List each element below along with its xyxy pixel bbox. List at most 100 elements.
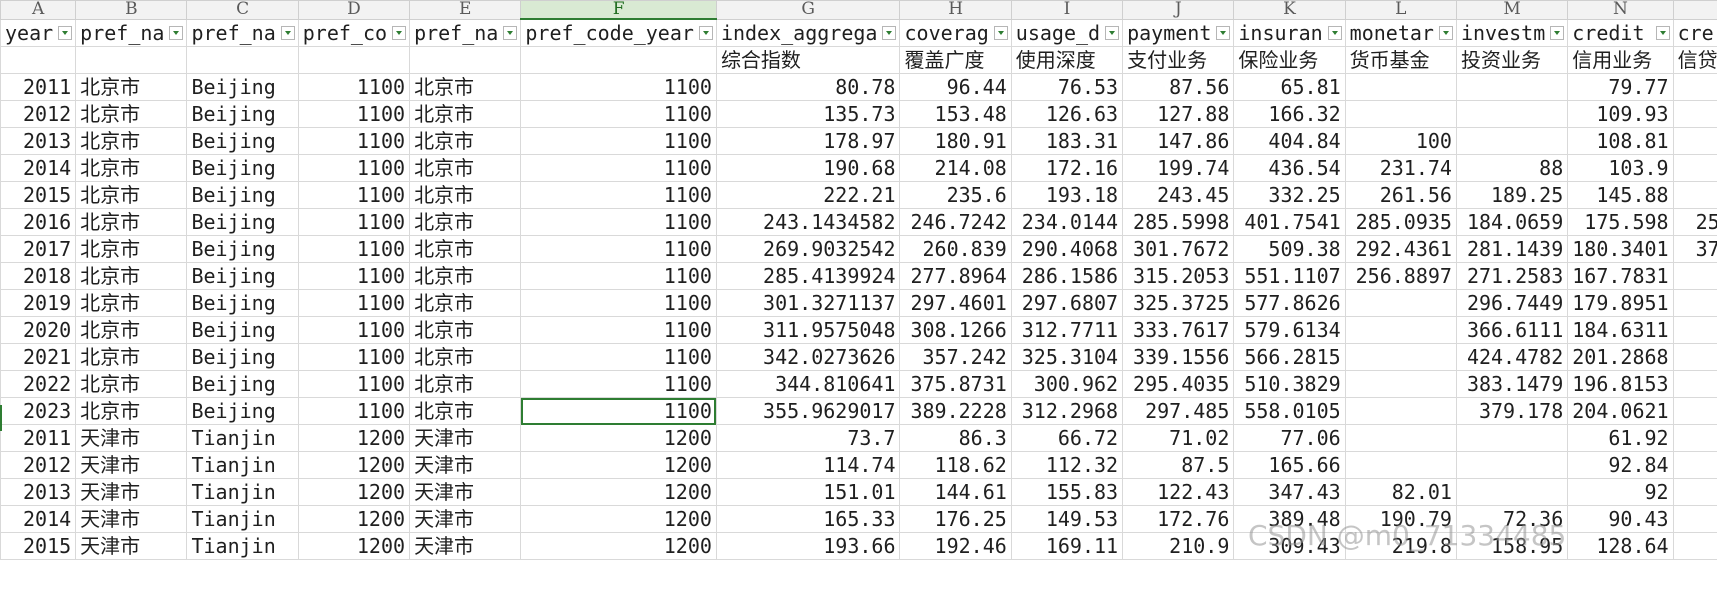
table-cell[interactable]: 100 — [1344, 127, 1457, 155]
table-cell[interactable]: 1100 — [297, 397, 411, 425]
table-cell[interactable]: 347.43 — [1233, 478, 1346, 506]
table-cell[interactable]: 北京市 — [75, 100, 188, 128]
filter-dropdown-icon[interactable] — [882, 25, 897, 40]
table-cell[interactable]: 天津市 — [75, 424, 188, 452]
table-cell[interactable] — [1344, 397, 1457, 425]
table-cell[interactable]: 308.1266 — [899, 316, 1012, 344]
table-cell[interactable]: Beijing — [186, 262, 299, 290]
table-cell[interactable]: 2017 — [0, 235, 77, 263]
table-cell[interactable]: 1200 — [297, 424, 411, 452]
table-cell[interactable]: 192.46 — [899, 532, 1012, 560]
column-header-extra[interactable] — [1672, 0, 1717, 20]
table-cell[interactable]: 128.64 — [1567, 532, 1674, 560]
table-cell[interactable]: 178.97 — [715, 127, 901, 155]
table-cell[interactable] — [1344, 370, 1457, 398]
table-cell[interactable] — [1672, 505, 1717, 533]
table-cell[interactable]: 176.25 — [899, 505, 1012, 533]
column-header-N[interactable]: N — [1567, 0, 1674, 20]
table-cell[interactable]: 1100 — [297, 208, 411, 236]
subheader-cell[interactable]: 货币基金 — [1344, 46, 1457, 74]
table-cell[interactable]: 北京市 — [75, 181, 188, 209]
table-cell[interactable]: 北京市 — [75, 73, 188, 101]
table-cell[interactable]: 201.2868 — [1567, 343, 1674, 371]
table-cell[interactable] — [1455, 127, 1569, 155]
table-cell[interactable] — [1344, 316, 1457, 344]
table-cell[interactable]: 北京市 — [409, 154, 522, 182]
table-cell[interactable]: 1100 — [520, 316, 717, 344]
table-cell[interactable] — [1344, 73, 1457, 101]
table-cell[interactable]: 1100 — [297, 316, 411, 344]
subheader-cell[interactable]: 信用业务 — [1567, 46, 1674, 74]
column-header-K[interactable]: K — [1233, 0, 1346, 20]
table-cell[interactable]: 71.02 — [1122, 424, 1235, 452]
table-cell[interactable]: 179.8951 — [1567, 289, 1674, 317]
table-cell[interactable]: 2011 — [0, 73, 77, 101]
field-header-cell[interactable]: index_aggrega — [715, 18, 901, 47]
table-cell[interactable]: 167.7831 — [1567, 262, 1674, 290]
table-cell[interactable] — [1344, 343, 1457, 371]
table-cell[interactable]: 73.7 — [715, 424, 901, 452]
field-header-cell[interactable]: monetar — [1344, 18, 1457, 47]
table-cell[interactable]: 325.3725 — [1122, 289, 1235, 317]
table-cell[interactable] — [1672, 100, 1717, 128]
table-cell[interactable]: 259 — [1672, 208, 1717, 236]
table-cell[interactable]: Beijing — [186, 316, 299, 344]
table-cell[interactable]: 145.88 — [1567, 181, 1674, 209]
table-cell[interactable]: 301.7672 — [1122, 235, 1235, 263]
table-cell[interactable]: 184.0659 — [1455, 208, 1569, 236]
filter-dropdown-icon[interactable] — [392, 25, 407, 40]
table-cell[interactable]: 北京市 — [409, 100, 522, 128]
table-cell[interactable]: 72.36 — [1455, 505, 1569, 533]
table-cell[interactable]: 1200 — [520, 478, 717, 506]
table-cell[interactable]: 285.4139924 — [715, 262, 901, 290]
table-cell[interactable]: 61.92 — [1567, 424, 1674, 452]
table-cell[interactable]: 389.2228 — [899, 397, 1012, 425]
table-cell[interactable]: 222.21 — [715, 181, 901, 209]
table-cell[interactable]: 246.7242 — [899, 208, 1012, 236]
table-cell[interactable]: 2015 — [0, 181, 77, 209]
table-cell[interactable]: 383.1479 — [1455, 370, 1569, 398]
table-cell[interactable] — [1672, 316, 1717, 344]
subheader-cell[interactable] — [297, 46, 411, 74]
table-cell[interactable]: 269.9032542 — [715, 235, 901, 263]
table-cell[interactable]: 2022 — [0, 370, 77, 398]
table-cell[interactable]: 1200 — [297, 505, 411, 533]
table-cell[interactable]: 1100 — [297, 343, 411, 371]
table-cell[interactable]: Beijing — [186, 235, 299, 263]
field-header-cell[interactable]: investm — [1455, 18, 1569, 47]
table-cell[interactable]: 165.33 — [715, 505, 901, 533]
table-cell[interactable]: 1200 — [297, 532, 411, 560]
table-cell[interactable]: 天津市 — [75, 505, 188, 533]
field-header-cell[interactable]: cre — [1672, 18, 1717, 47]
table-cell[interactable]: Beijing — [186, 100, 299, 128]
table-cell[interactable]: 1100 — [520, 100, 717, 128]
table-cell[interactable] — [1672, 532, 1717, 560]
table-cell[interactable]: 1100 — [297, 154, 411, 182]
subheader-cell[interactable]: 信贷 — [1672, 46, 1717, 74]
table-cell[interactable] — [1672, 127, 1717, 155]
table-cell[interactable]: 301.3271137 — [715, 289, 901, 317]
table-cell[interactable]: 1100 — [297, 100, 411, 128]
table-cell[interactable]: 北京市 — [409, 73, 522, 101]
table-cell[interactable]: 112.32 — [1010, 451, 1124, 479]
table-cell[interactable]: 2012 — [0, 451, 77, 479]
table-cell[interactable]: Beijing — [186, 343, 299, 371]
table-cell[interactable]: 2019 — [0, 289, 77, 317]
table-cell[interactable]: 234.0144 — [1010, 208, 1124, 236]
table-cell[interactable]: 1100 — [297, 181, 411, 209]
table-cell[interactable]: 151.01 — [715, 478, 901, 506]
table-cell[interactable]: 2012 — [0, 100, 77, 128]
table-cell[interactable]: 296.7449 — [1455, 289, 1569, 317]
table-cell[interactable]: 231.74 — [1344, 154, 1457, 182]
table-cell[interactable]: 1100 — [520, 343, 717, 371]
column-header-G[interactable]: G — [715, 0, 901, 20]
table-cell[interactable]: 82.01 — [1344, 478, 1457, 506]
table-cell[interactable]: 天津市 — [409, 424, 522, 452]
table-cell[interactable]: 424.4782 — [1455, 343, 1569, 371]
table-cell[interactable]: 243.45 — [1122, 181, 1235, 209]
subheader-cell[interactable]: 支付业务 — [1122, 46, 1235, 74]
table-cell[interactable]: 92 — [1567, 478, 1674, 506]
table-cell[interactable]: 北京市 — [75, 262, 188, 290]
table-cell[interactable]: 401.7541 — [1233, 208, 1346, 236]
field-header-cell[interactable]: coverag — [899, 18, 1012, 47]
